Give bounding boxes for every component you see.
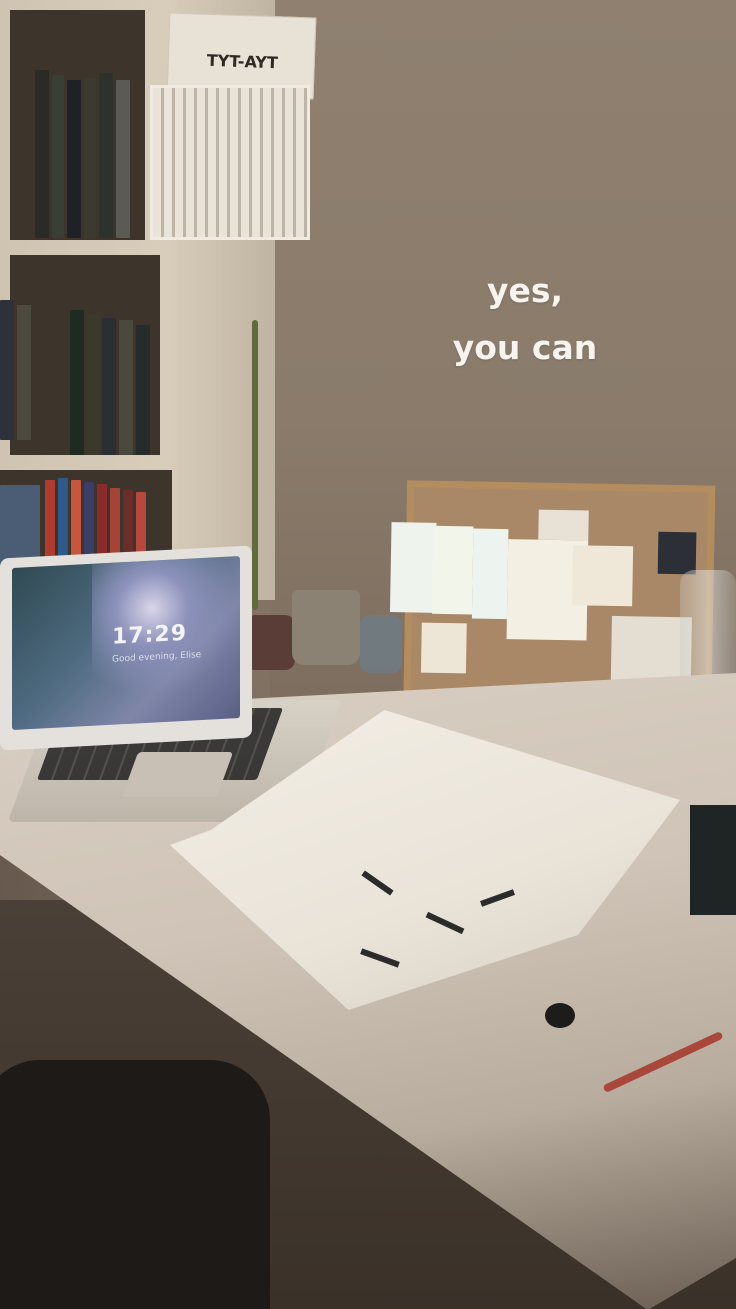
book	[71, 480, 81, 565]
book	[102, 318, 116, 455]
quote-line-2: you can	[452, 328, 598, 367]
glass-jar	[360, 615, 402, 673]
book	[58, 478, 68, 565]
note-card	[572, 545, 634, 607]
book	[119, 320, 133, 455]
book	[116, 80, 130, 238]
book	[70, 310, 84, 455]
book	[0, 300, 14, 440]
note-card	[471, 528, 509, 620]
book	[0, 485, 40, 565]
book	[136, 325, 150, 455]
magazine-title: TYT-AYT	[206, 50, 279, 73]
succulent-pot	[292, 590, 360, 665]
book	[52, 75, 64, 238]
plant-pot	[245, 615, 295, 670]
laptop-trackpad	[121, 752, 234, 797]
chair	[0, 1060, 270, 1309]
book	[45, 480, 55, 565]
study-desk-photo: TYT-AYT 17:29 Good evening, Elise yes, y…	[0, 0, 736, 1309]
notebook	[690, 805, 736, 915]
storage-basket	[150, 85, 310, 240]
quote-line-1: yes,	[486, 271, 564, 310]
book	[67, 80, 81, 238]
laptop-screen: 17:29 Good evening, Elise	[0, 545, 252, 751]
note-card	[420, 622, 467, 674]
book	[84, 78, 96, 238]
book	[99, 73, 113, 238]
note-card	[538, 509, 589, 541]
book	[97, 484, 107, 564]
motivational-quote: yes, you can	[400, 262, 650, 376]
photo	[657, 531, 697, 575]
book	[17, 305, 31, 440]
book	[87, 315, 99, 455]
book	[84, 482, 94, 565]
clock: 17:29	[112, 620, 188, 650]
eraser	[545, 1003, 575, 1028]
lock-screen: 17:29 Good evening, Elise	[12, 556, 240, 730]
note-card	[389, 522, 437, 613]
book	[35, 70, 49, 238]
bamboo-plant	[252, 320, 258, 610]
note-card	[431, 525, 474, 615]
